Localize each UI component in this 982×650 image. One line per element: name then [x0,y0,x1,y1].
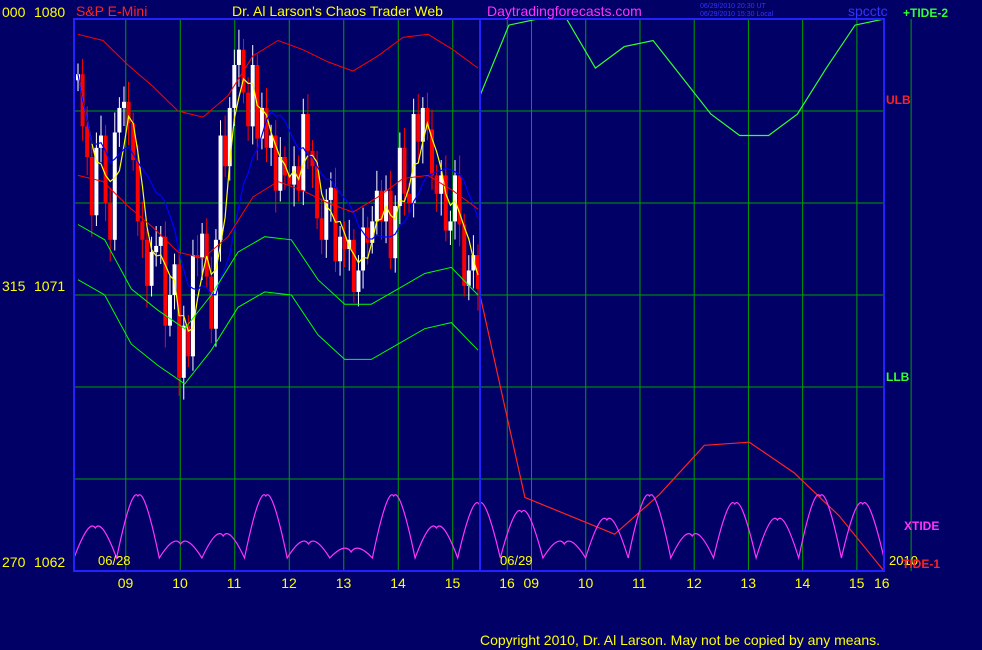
right-label-llb: LLB [886,370,910,384]
hour-tick-label: 10 [172,575,188,591]
hour-tick-label: 15 [849,575,865,591]
price-bar [213,239,218,329]
hour-tick-label: 12 [281,575,297,591]
copyright-text: Copyright 2010, Dr. Al Larson. May not b… [480,632,880,648]
price-bar [140,221,145,240]
date-label-1: 06/28 [98,553,131,568]
price-bar [144,239,149,286]
price-bar [154,245,159,253]
price-bar [292,166,297,185]
chart-background [0,0,982,650]
price-bar [407,193,412,203]
price-bar [434,175,439,194]
price-bar [181,325,186,378]
chart-title: Dr. Al Larson's Chaos Trader Web [232,3,443,19]
price-bar [416,114,421,142]
price-bar [333,187,338,262]
price-bar [278,157,283,191]
price-bar [448,221,453,231]
price-bar [462,224,467,286]
y-axis-label-outer: 000 [2,4,26,20]
chart-id: spcctc [848,3,888,19]
hour-tick-label: 13 [740,575,756,591]
y-axis-label: 1071 [34,278,65,294]
price-bar [223,135,228,167]
price-bar [397,147,402,207]
price-bar [319,218,324,240]
y-axis-label: 1080 [34,4,65,20]
price-bar [351,239,356,292]
price-bar [365,227,370,243]
hour-tick-label: 14 [795,575,811,591]
price-bar [112,132,117,240]
hour-tick-label: 11 [227,575,242,591]
price-bar [103,135,108,203]
price-bar [117,107,122,133]
price-bar [85,126,90,157]
price-bar [374,190,379,222]
price-bar [209,276,214,329]
symbol-label: S&P E-Mini [76,3,147,19]
right-label-xtide: XTIDE [904,519,939,533]
date-label-2: 06/29 [500,553,533,568]
price-bar [236,49,241,65]
price-bar [108,203,113,240]
price-bar [305,114,310,151]
hour-tick-label: 09 [524,575,540,591]
price-bar [158,236,163,246]
right-label-tide1: TIDE-1 [902,557,940,571]
price-bar [328,187,333,200]
price-bar [149,252,154,286]
timestamp-ut: 06/29/2010 20:30 UT [700,3,766,10]
timestamp-local: 06/29/2010 15:30 Local [700,11,774,18]
price-bar [402,147,407,194]
price-bar [89,157,94,216]
hour-tick-label: 16 [874,575,890,591]
price-bar [301,114,306,191]
price-bar [388,190,393,259]
chart-canvas: 09 10 11 12 13 14 15 16 09 10 11 12 13 14 15 16 000 1080 3… [0,0,982,650]
hour-tick-label: 14 [390,575,406,591]
hour-tick-label: 13 [336,575,352,591]
price-bar [177,264,182,378]
hour-tick-label: 11 [632,575,647,591]
price-bar [190,255,195,357]
right-label-ulb: ULB [886,93,911,107]
price-bar [411,114,416,203]
site-name: Daytradingforecasts.com [487,3,642,19]
price-bar [246,92,251,127]
price-bar [167,295,172,326]
price-bar [218,135,223,240]
price-bar [200,233,205,259]
price-bar [121,101,126,108]
y-axis-label: 1062 [34,554,65,570]
price-bar [356,270,361,292]
price-bar [135,160,140,222]
y-axis-label-outer: 315 [2,278,26,294]
hour-tick-label: 12 [686,575,702,591]
hour-tick-label: 15 [445,575,461,591]
hour-tick-label: 10 [578,575,594,591]
hour-tick-label: 09 [118,575,134,591]
price-bar [338,236,343,262]
hour-tick-label: 16 [499,575,515,591]
price-bar [430,129,435,176]
price-bar [453,175,458,222]
y-axis-label-outer: 270 [2,554,26,570]
price-bar [250,65,255,127]
tide2-header-label: +TIDE-2 [903,6,948,20]
price-bar [163,236,168,326]
